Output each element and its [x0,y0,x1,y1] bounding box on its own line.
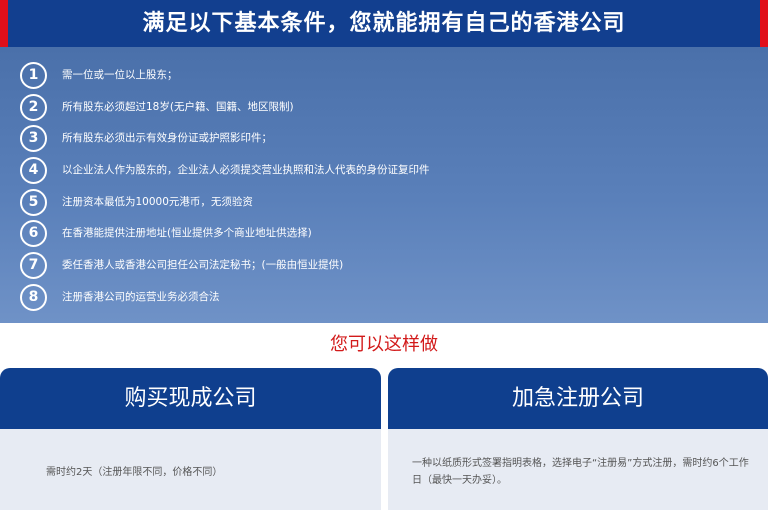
requirement-text: 需一位或一位以上股东； [62,69,178,81]
number-circle-icon: 2 [20,93,47,121]
card-body: 需时约2天（注册年限不同，价格不同） [0,429,381,510]
number-circle-icon: 6 [20,220,47,248]
card-title[interactable]: 加急注册公司 [388,368,768,429]
requirement-text: 所有股东必须超过18岁(无户籍、国籍、地区限制) [62,100,294,113]
number-circle-icon: 7 [20,252,47,280]
number-circle-icon: 8 [20,283,47,311]
card-description: 一种以纸质形式签署指明表格，选择电子“注册易”方式注册，需时约6个工作日（最快一… [412,458,749,486]
buy-ready-company-card[interactable]: 购买现成公司 需时约2天（注册年限不同，价格不同） [0,368,381,510]
requirement-text: 注册香港公司的运营业务必须合法 [62,290,220,303]
card-description: 需时约2天（注册年限不同，价格不同） [46,467,223,478]
number-circle-icon: 3 [20,125,47,153]
number-circle-icon: 1 [20,62,47,89]
card-title[interactable]: 购买现成公司 [0,368,381,429]
requirement-text: 所有股东必须出示有效身份证或护照影印件； [62,132,272,145]
number-circle-icon: 4 [20,157,47,185]
page: 满足以下基本条件，您就能拥有自己的香港公司 1 需一位或一位以上股东； 2 所有… [0,0,768,510]
number-circle-icon: 5 [20,188,47,216]
requirement-text: 注册资本最低为10000元港币，无须验资 [62,195,253,208]
requirements-panel: 1 需一位或一位以上股东； 2 所有股东必须超过18岁(无户籍、国籍、地区限制)… [0,47,768,323]
requirement-text: 在香港能提供注册地址(恒业提供多个商业地址供选择) [62,227,312,240]
header-title: 满足以下基本条件，您就能拥有自己的香港公司 [142,11,626,36]
header-red-edge-left [0,0,8,47]
section-subheading: 您可以这样做 [330,334,438,355]
requirement-text: 委任香港人或香港公司担任公司法定秘书；(一般由恒业提供) [62,259,344,272]
requirement-text: 以企业法人作为股东的，企业法人必须提交营业执照和法人代表的身份证复印件 [62,164,430,177]
express-registration-card[interactable]: 加急注册公司 一种以纸质形式签署指明表格，选择电子“注册易”方式注册，需时约6个… [388,368,768,510]
card-body: 一种以纸质形式签署指明表格，选择电子“注册易”方式注册，需时约6个工作日（最快一… [388,429,768,510]
header-red-edge-right [760,0,768,47]
header-bar: 满足以下基本条件，您就能拥有自己的香港公司 [0,0,768,47]
